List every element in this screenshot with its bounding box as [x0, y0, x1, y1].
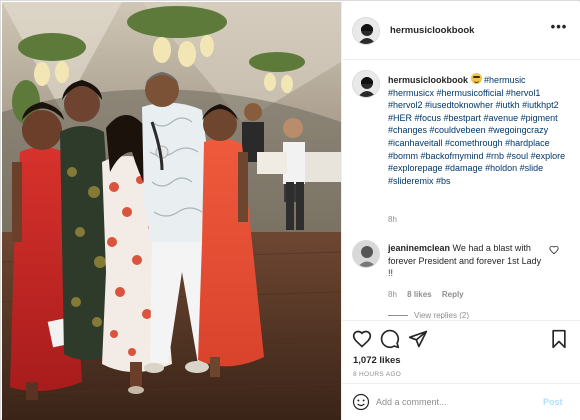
add-comment-input[interactable]: [376, 393, 526, 411]
commenter-avatar-image: [353, 241, 379, 267]
view-replies-link[interactable]: View replies (2): [388, 311, 469, 319]
comment-username[interactable]: jeaninemclean: [388, 243, 450, 253]
party-group-photo: [2, 2, 341, 420]
heart-icon[interactable]: [352, 329, 372, 349]
caption-timestamp[interactable]: 8h: [388, 215, 397, 224]
instagram-post-window: hermusiclookbook ••• hermusiclookbook #h…: [0, 0, 580, 420]
comment-item: jeaninemclean We had a blast with foreve…: [388, 242, 548, 280]
comment-meta: 8h 8 likes Reply: [388, 290, 472, 299]
comment-like-heart-icon[interactable]: [549, 245, 559, 255]
comment-likes[interactable]: 8 likes: [407, 290, 431, 299]
header-username[interactable]: hermusiclookbook: [390, 25, 474, 36]
comment-time[interactable]: 8h: [388, 290, 397, 299]
smiley-face-icon[interactable]: [352, 393, 370, 411]
comments-section: hermusiclookbook #hermusic #hermusicx #h…: [342, 61, 580, 319]
more-options-icon[interactable]: •••: [548, 20, 570, 38]
likes-count[interactable]: 1,072 likes: [353, 355, 401, 366]
paper-plane-icon[interactable]: [408, 329, 428, 349]
caption-avatar-image: [353, 71, 379, 97]
post-photo[interactable]: [2, 2, 341, 420]
comment-bubble-icon[interactable]: [380, 329, 400, 349]
caption-hashtags[interactable]: #hermusic #hermusicx #hermusicofficial #…: [388, 75, 565, 186]
post-details-panel: hermusiclookbook ••• hermusiclookbook #h…: [341, 2, 580, 420]
caption-username[interactable]: hermusiclookbook: [388, 75, 468, 85]
post-time-ago[interactable]: 8 HOURS AGO: [353, 371, 401, 378]
post-caption: hermusiclookbook #hermusic #hermusicx #h…: [388, 73, 570, 187]
comment-reply-button[interactable]: Reply: [442, 290, 464, 299]
post-header: hermusiclookbook •••: [342, 2, 580, 60]
post-actions: 1,072 likes 8 HOURS AGO: [342, 320, 580, 382]
commenter-avatar[interactable]: [352, 240, 380, 268]
account-avatar-image: [353, 18, 379, 44]
account-avatar[interactable]: [352, 17, 380, 45]
sunglasses-emoji-icon: [470, 73, 482, 84]
add-comment-bar: Post: [342, 383, 580, 420]
post-comment-button[interactable]: Post: [543, 397, 563, 407]
bookmark-icon[interactable]: [549, 329, 569, 349]
caption-avatar[interactable]: [352, 70, 380, 98]
